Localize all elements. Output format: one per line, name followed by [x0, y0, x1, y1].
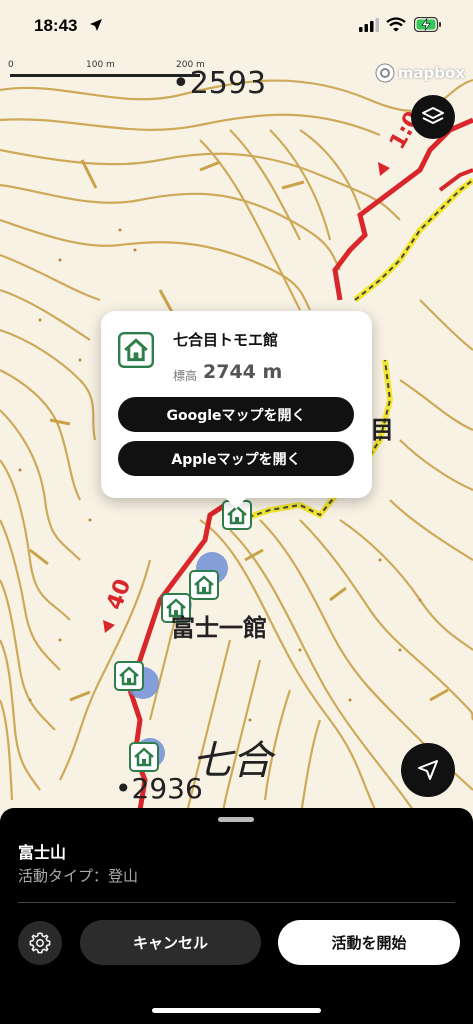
- battery-charging-icon: [414, 17, 441, 32]
- wifi-icon: [386, 17, 406, 32]
- cancel-button[interactable]: キャンセル: [80, 920, 261, 965]
- navigation-arrow-icon: [418, 760, 438, 780]
- partial-label: 目: [370, 416, 394, 444]
- mapbox-logo-text: mapbox: [397, 64, 465, 82]
- hut-marker-icon[interactable]: [114, 661, 144, 691]
- locate-me-button[interactable]: [401, 743, 455, 797]
- status-time: 18:43: [34, 16, 78, 35]
- open-google-maps-button[interactable]: Googleマップを開く: [118, 397, 354, 432]
- mapbox-logo: mapbox: [375, 63, 465, 83]
- mapbox-logo-icon: [375, 63, 395, 83]
- peak-elevation-label: •2936: [115, 772, 203, 805]
- cellular-signal-icon: [359, 18, 379, 32]
- hut-marker-icon[interactable]: [129, 742, 159, 772]
- hut-marker-icon[interactable]: [189, 570, 219, 600]
- scale-label-end: 200 m: [176, 60, 205, 70]
- map-view[interactable]: •2593 •2936 富士一館 七合 目 1:0 40 0 100 m 200…: [0, 0, 473, 820]
- station-label: 七合: [192, 738, 272, 784]
- open-apple-maps-button[interactable]: Appleマップを開く: [118, 441, 354, 476]
- sheet-grab-handle[interactable]: [218, 817, 254, 822]
- status-bar: 18:43: [0, 0, 473, 54]
- settings-button[interactable]: [18, 921, 62, 965]
- hut-icon: [118, 332, 154, 368]
- activity-type-label: 活動タイプ：登山: [18, 867, 139, 885]
- scale-label-mid: 100 m: [86, 60, 115, 70]
- start-activity-button[interactable]: 活動を開始: [278, 920, 460, 965]
- hut-info-popup: 七合目トモエ館 標高 2744 m Googleマップを開く Appleマップを…: [101, 311, 372, 509]
- elevation-label: 標高: [173, 369, 198, 383]
- hut-name-label: 富士一館: [171, 614, 267, 642]
- layers-icon: [422, 107, 444, 124]
- elevation-value: 2744 m: [203, 361, 283, 383]
- route-name: 富士山: [18, 843, 67, 862]
- layers-button[interactable]: [411, 95, 455, 139]
- sheet-divider: [18, 902, 455, 903]
- location-arrow-icon: [90, 19, 102, 31]
- popup-title: 七合目トモエ館: [173, 331, 279, 349]
- popup-pointer: [225, 497, 247, 509]
- gear-icon: [29, 932, 51, 954]
- scale-label-zero: 0: [8, 60, 14, 70]
- scale-line: [10, 74, 200, 77]
- home-indicator: [152, 1008, 321, 1013]
- bottom-sheet: 富士山 活動タイプ：登山 キャンセル 活動を開始: [0, 808, 473, 1024]
- scale-bar: 0 100 m 200 m: [8, 60, 208, 80]
